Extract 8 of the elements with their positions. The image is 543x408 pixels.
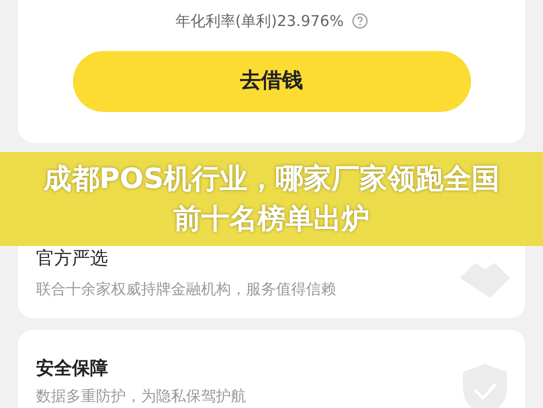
rate-text: 年化利率(单利)23.976% [175,11,344,32]
feature-description: 联合十余家权威持牌金融机构，服务值得信赖 [36,280,337,298]
borrow-button[interactable]: 去借钱 [72,50,470,112]
feature-title: 官方严选 [36,248,109,270]
banner-title: 成都POS机行业，哪家厂家领跑全国前十名榜单出炉 [42,161,501,237]
feature-description: 数据多重防护，为隐私保驾护航 [36,387,247,405]
help-icon[interactable] [352,13,368,30]
feature-title: 安全保障 [36,358,109,380]
